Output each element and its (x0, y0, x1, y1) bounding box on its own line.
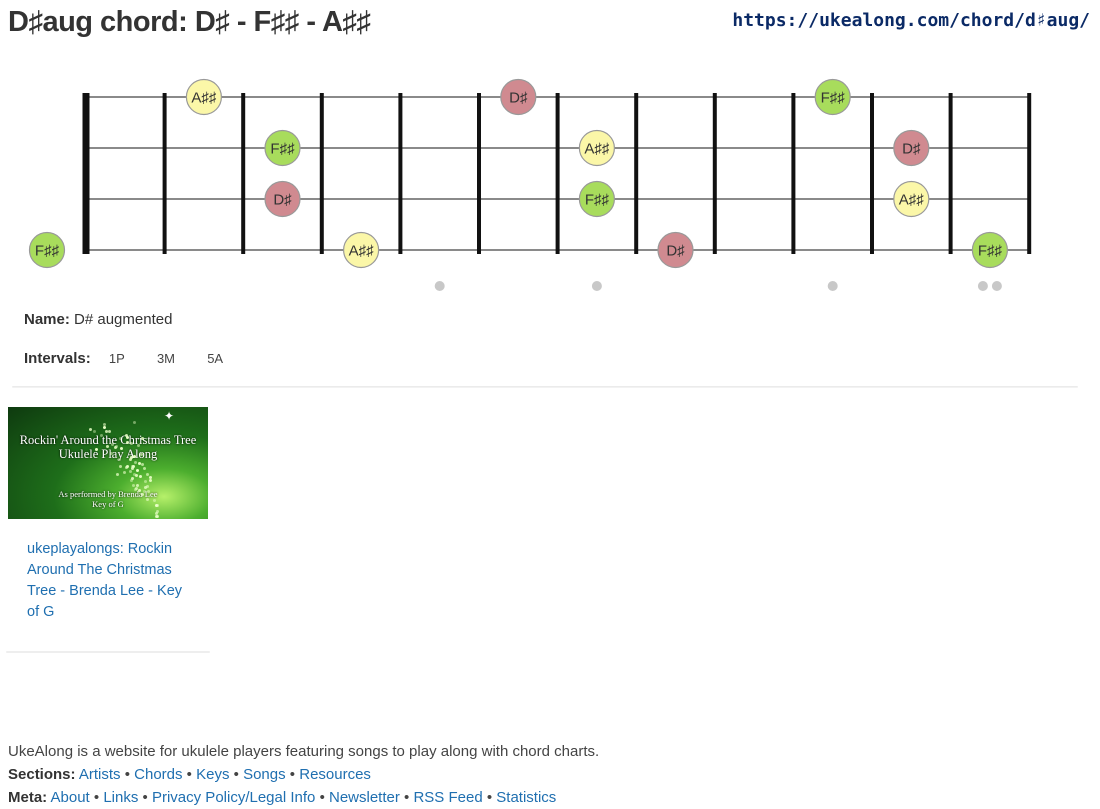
fretboard-diagram: A♯♯ D♯ F♯♯ F♯♯ A♯♯ D♯ D♯ F♯♯ A♯♯ F♯♯ A♯♯ D♯ F♯♯ (28, 78, 1032, 291)
sparkle-decoration (129, 441, 133, 445)
note-label: A♯♯ (191, 90, 217, 107)
sections-label: Sections: (8, 766, 76, 783)
footer-link-songs[interactable]: Songs (243, 766, 286, 783)
sparkle-decoration (115, 473, 119, 477)
footer-link-newsletter[interactable]: Newsletter (329, 789, 400, 806)
note-marker: D♯ (500, 78, 537, 116)
sparkle-decoration (128, 469, 132, 473)
sparkle-decoration (144, 479, 148, 483)
sparkle-decoration (132, 420, 136, 424)
page-url-link[interactable]: https://ukealong.com/chord/d♯aug/ (732, 10, 1090, 31)
video-thumbnail[interactable]: ✦ Rockin' Around the Christmas Tree Ukul… (8, 407, 208, 519)
thumb-subtitle-line: As performed by Brenda Lee (58, 489, 158, 499)
card-divider (6, 651, 210, 653)
meta-label: Meta: (8, 789, 48, 806)
footer-link-resources[interactable]: Resources (299, 766, 371, 783)
note-marker: F♯♯ (578, 180, 616, 218)
note-label: F♯♯ (585, 192, 610, 209)
sparkle-decoration (125, 440, 129, 444)
interval-item: 3M (156, 351, 176, 366)
fret-marker-dot (827, 281, 838, 291)
chord-name-row: Name: D# augmented (24, 311, 172, 328)
footer-link-privacy[interactable]: Privacy Policy/Legal Info (152, 789, 315, 806)
sparkle-decoration (124, 466, 128, 470)
sparkle-decoration (129, 457, 133, 461)
fret-marker-dot (434, 281, 445, 291)
sparkle-decoration (119, 447, 123, 450)
note-label: D♯ (273, 192, 292, 209)
footer-link-keys[interactable]: Keys (196, 766, 229, 783)
footer-link-statistics[interactable]: Statistics (496, 789, 556, 806)
video-link[interactable]: ukeplayalongs: Rockin Around The Christm… (27, 539, 197, 623)
note-label: F♯♯ (978, 243, 1003, 260)
note-label: F♯♯ (270, 141, 295, 158)
note-marker: F♯♯ (814, 78, 851, 116)
fret-marker-dot (591, 281, 602, 291)
sparkle-decoration (142, 467, 146, 471)
thumb-subtitle-line: Key of G (92, 499, 124, 509)
footer-link-about[interactable]: About (51, 789, 90, 806)
note-marker: F♯♯ (971, 231, 1009, 269)
sparkle-decoration (103, 422, 107, 426)
note-marker: D♯ (893, 129, 930, 167)
footer-sections-row: Sections: Artists • Chords • Keys • Song… (8, 766, 371, 783)
footer-link-rss[interactable]: RSS Feed (413, 789, 482, 806)
name-label: Name: (24, 311, 70, 328)
chord-name-value: D# augmented (74, 311, 173, 328)
sparkle-decoration (154, 515, 158, 518)
note-marker: A♯♯ (185, 78, 222, 116)
sparkle-decoration (135, 473, 139, 477)
footer-link-links[interactable]: Links (103, 789, 138, 806)
note-marker: D♯ (657, 231, 694, 269)
sparkle-decoration (94, 447, 98, 451)
note-label: D♯ (509, 90, 528, 107)
note-label: A♯♯ (349, 243, 375, 260)
sparkle-decoration (153, 498, 157, 502)
sparkle-decoration (131, 477, 135, 481)
fret-marker-dot (977, 281, 988, 291)
sparkle-decoration (105, 444, 109, 448)
sparkle-decoration (135, 469, 139, 473)
sparkle-decoration (132, 464, 136, 468)
note-label: A♯♯ (899, 192, 925, 209)
note-marker: A♯♯ (578, 129, 616, 167)
site-description: UkeAlong is a website for ukulele player… (8, 743, 600, 760)
sparkle-decoration (141, 462, 145, 466)
note-marker: A♯♯ (343, 231, 380, 269)
fret-marker-dot (991, 281, 1002, 291)
footer: UkeAlong is a website for ukulele player… (8, 740, 599, 809)
thumb-title-line: Ukulele Play Along (58, 447, 158, 461)
interval-item: 1P (108, 351, 125, 366)
sparkle-decoration (133, 488, 137, 492)
sparkle-decoration (148, 479, 152, 483)
note-marker: A♯♯ (893, 180, 930, 218)
sparkle-decoration (134, 460, 138, 464)
note-label: D♯ (666, 243, 685, 260)
footer-link-chords[interactable]: Chords (134, 766, 182, 783)
video-card: ✦ Rockin' Around the Christmas Tree Ukul… (8, 407, 208, 623)
intervals-row: Intervals: 1P 3M 5A (24, 350, 251, 367)
footer-meta-row: Meta: About • Links • Privacy Policy/Leg… (8, 789, 557, 806)
note-label: F♯♯ (821, 90, 846, 107)
note-label: D♯ (902, 141, 921, 158)
star-icon: ✦ (164, 409, 175, 423)
sparkle-decoration (111, 442, 115, 446)
intervals-label: Intervals: (24, 350, 91, 367)
sparkle-decoration (156, 510, 160, 514)
sparkle-decoration (123, 471, 126, 475)
note-marker: F♯♯ (264, 129, 301, 167)
note-marker: F♯♯ (28, 231, 66, 269)
sparkle-decoration (103, 426, 107, 430)
sparkle-decoration (138, 475, 142, 479)
note-label: A♯♯ (584, 141, 610, 158)
footer-link-artists[interactable]: Artists (79, 766, 121, 783)
sparkle-decoration (109, 451, 113, 455)
interval-item: 5A (207, 351, 224, 366)
note-marker: D♯ (264, 180, 301, 218)
sparkle-decoration (119, 464, 123, 468)
page-title: D♯aug chord: D♯ - F♯♯ - A♯♯ (8, 6, 371, 38)
sparkle-decoration (88, 428, 92, 432)
section-divider (12, 386, 1078, 388)
note-label: F♯♯ (35, 243, 60, 260)
